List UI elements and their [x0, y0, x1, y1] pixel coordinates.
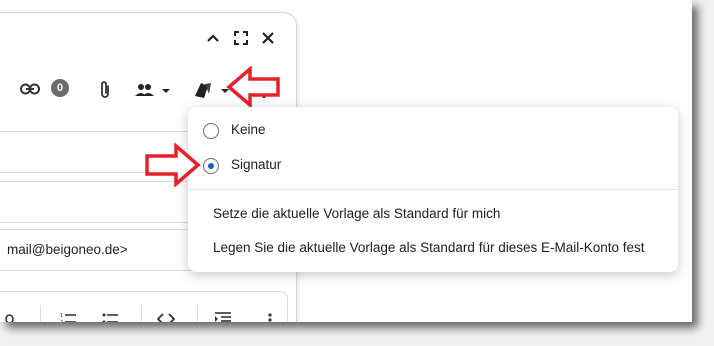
- menu-action-set-default-account[interactable]: Legen Sie die aktuelle Vorlage als Stand…: [213, 240, 645, 255]
- toolbar-divider: [197, 305, 198, 322]
- svg-text:2: 2: [60, 320, 63, 322]
- signature-option-keine[interactable]: Keine: [188, 115, 678, 145]
- radio-selected-dot: [207, 162, 214, 169]
- more-vert-icon[interactable]: [265, 311, 275, 322]
- option-label-keine: Keine: [231, 122, 266, 137]
- attachment-icon[interactable]: [96, 79, 114, 101]
- indent-icon[interactable]: [213, 310, 233, 322]
- formatting-toolbar: [0, 291, 288, 322]
- screenshot-frame: 0 mail@beigoneo.de> 12: [0, 0, 692, 322]
- option-label-signatur: Signatur: [231, 157, 282, 172]
- people-icon[interactable]: [133, 81, 173, 99]
- chevron-up-icon[interactable]: [204, 29, 222, 47]
- from-address-text: mail@beigoneo.de>: [7, 242, 128, 257]
- unordered-list-icon[interactable]: [101, 311, 119, 322]
- ordered-list-icon[interactable]: 12: [59, 311, 77, 322]
- annotation-arrow-icon: [143, 143, 201, 187]
- link-count-badge: 0: [51, 79, 69, 97]
- svg-text:1: 1: [60, 313, 63, 319]
- close-icon[interactable]: [259, 29, 277, 47]
- radio-keine[interactable]: [203, 123, 219, 139]
- signature-option-signatur[interactable]: Signatur: [188, 150, 678, 180]
- signature-dropdown-menu: Keine Signatur Setze die aktuelle Vorlag…: [188, 107, 678, 272]
- toolbar-divider: [141, 305, 142, 322]
- menu-divider: [188, 189, 678, 190]
- menu-action-set-default-user[interactable]: Setze die aktuelle Vorlage als Standard …: [213, 206, 500, 221]
- link-icon[interactable]: [19, 80, 41, 98]
- fullscreen-icon[interactable]: [232, 29, 250, 47]
- radio-signatur[interactable]: [203, 158, 219, 174]
- unlink-icon[interactable]: [3, 311, 21, 322]
- annotation-arrow-icon: [226, 66, 282, 108]
- code-icon[interactable]: [157, 311, 175, 322]
- toolbar-divider: [40, 305, 41, 322]
